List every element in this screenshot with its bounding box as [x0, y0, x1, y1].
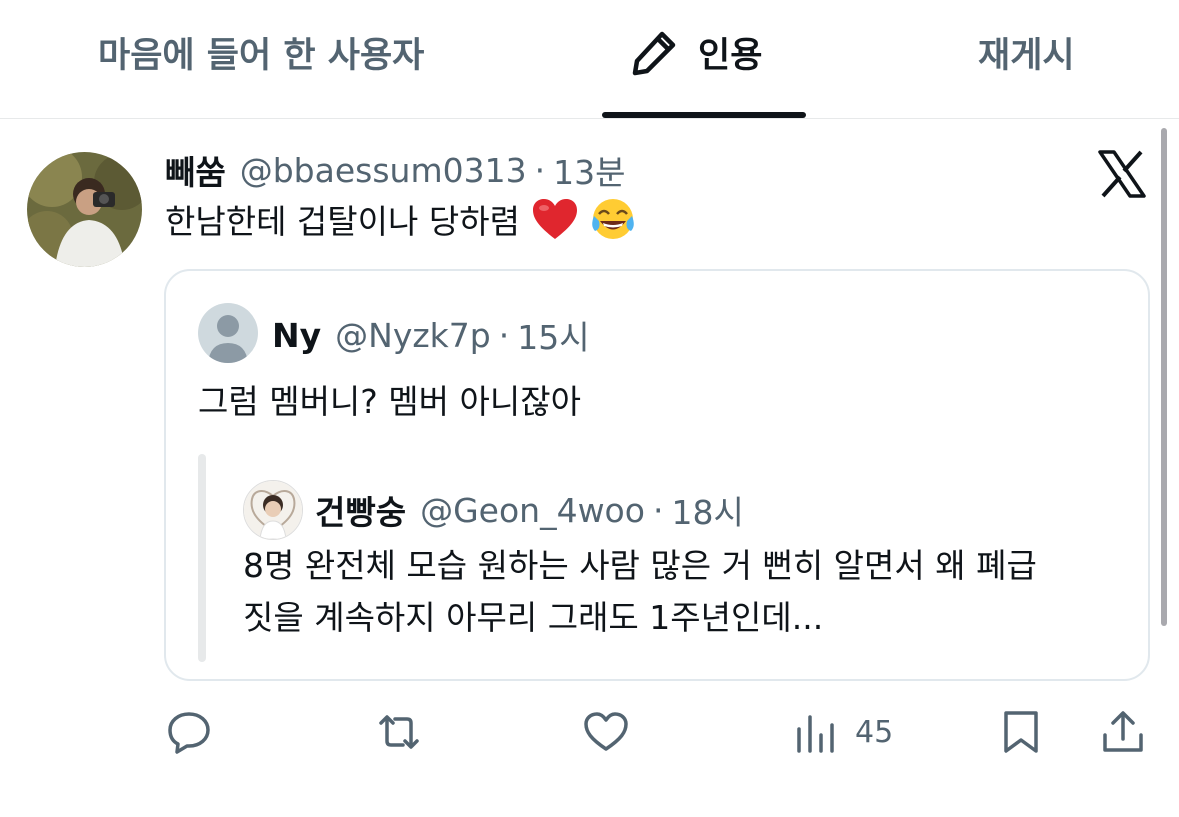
tab-label: 마음에 들어 한 사용자 — [98, 35, 425, 76]
tweet-body: 한남한테 겁탈이나 당하렴 — [165, 202, 520, 241]
tweet-header: 빼쑴 @bbaessum0313 · 13분 — [165, 146, 625, 194]
nested-quote-bar — [198, 454, 206, 662]
separator: · — [498, 315, 510, 355]
bookmark-button[interactable] — [998, 708, 1044, 756]
analytics-icon — [797, 715, 834, 753]
views-button[interactable]: 45 — [793, 708, 893, 756]
timestamp[interactable]: 15시 — [517, 311, 589, 359]
active-tab-indicator — [602, 112, 806, 118]
red-heart-emoji — [532, 199, 577, 239]
nested-quote-text-line: 8명 완전체 모습 원하는 사람 많은 거 뻔히 알면서 왜 폐급 — [243, 546, 1037, 585]
reply-icon — [168, 712, 210, 754]
tab-quotes[interactable]: 인용 — [630, 28, 762, 76]
repost-button[interactable] — [376, 708, 422, 756]
quote-header: Ny @Nyzk7p · 15시 — [272, 312, 590, 358]
reply-button[interactable] — [166, 708, 212, 756]
avatar[interactable] — [27, 152, 142, 267]
display-name[interactable]: 빼쑴 — [165, 146, 226, 194]
display-name[interactable]: 건빵숭 — [315, 486, 406, 534]
timestamp[interactable]: 13분 — [553, 146, 625, 194]
share-button[interactable] — [1100, 708, 1146, 756]
separator: · — [652, 490, 664, 530]
share-icon — [1103, 711, 1143, 752]
tab-bar: 마음에 들어 한 사용자 인용 재게시 — [0, 0, 1179, 119]
tweet-text: 한남한테 겁탈이나 당하렴 — [165, 196, 636, 242]
user-handle[interactable]: @Geon_4woo — [420, 491, 645, 530]
repost-icon — [379, 715, 419, 749]
tab-reposts[interactable]: 재게시 — [978, 28, 1075, 76]
pencil-icon — [632, 31, 676, 76]
display-name[interactable]: Ny — [272, 316, 321, 355]
user-handle[interactable]: @bbaessum0313 — [240, 151, 527, 190]
like-button[interactable] — [583, 708, 629, 756]
separator: · — [534, 150, 546, 190]
heart-icon — [584, 712, 628, 751]
scrollbar[interactable] — [1161, 128, 1167, 626]
tab-liked-by[interactable]: 마음에 들어 한 사용자 — [98, 28, 424, 76]
tab-label: 인용 — [698, 35, 763, 76]
nested-quote-text-line: 짓을 계속하지 아무리 그래도 1주년인데... — [243, 598, 824, 637]
tab-label: 재게시 — [978, 35, 1075, 76]
x-logo-icon — [1098, 150, 1146, 198]
avatar[interactable] — [243, 480, 303, 540]
views-count: 45 — [855, 714, 894, 750]
tears-of-joy-emoji — [592, 199, 634, 239]
bookmark-icon — [1004, 711, 1038, 753]
timestamp[interactable]: 18시 — [671, 486, 743, 534]
default-avatar[interactable] — [198, 303, 258, 363]
nested-quote-header: 건빵숭 @Geon_4woo · 18시 — [315, 487, 744, 533]
user-handle[interactable]: @Nyzk7p — [335, 316, 491, 355]
quote-text: 그럼 멤버니? 멤버 아니잖아 — [198, 382, 581, 421]
